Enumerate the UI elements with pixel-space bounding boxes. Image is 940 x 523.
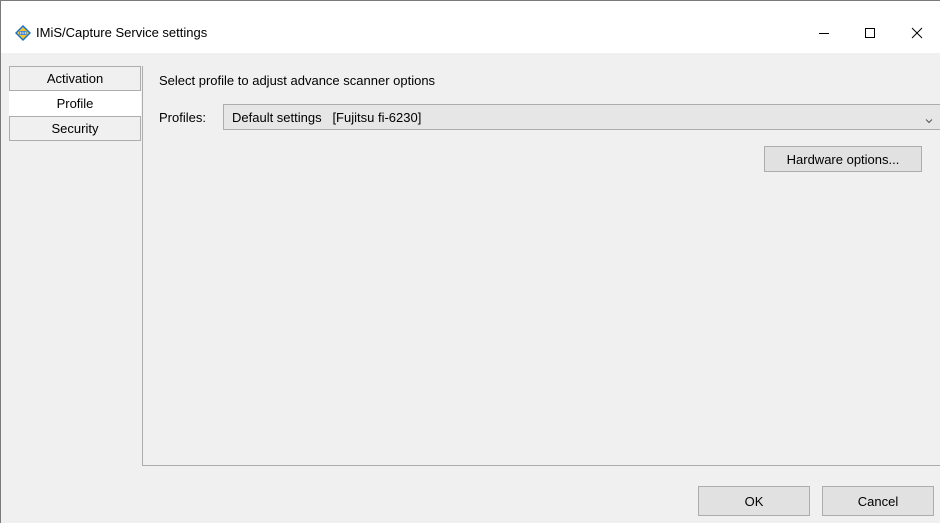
tab-security[interactable]: Security [9,116,141,141]
cancel-label: Cancel [857,493,899,509]
profile-instruction: Select profile to adjust advance scanner… [159,73,436,88]
tab-profile-label: Profile [56,96,94,111]
hardware-options-label: Hardware options... [786,151,900,167]
imis-app-icon [14,24,32,42]
ok-label: OK [744,493,764,509]
settings-window: IMiS/Capture Service settings Activation… [0,0,940,523]
tab-security-label: Security [51,121,99,136]
tab-activation-label: Activation [46,71,104,86]
profile-panel: Select profile to adjust advance scanner… [142,66,940,466]
maximize-button[interactable] [847,13,893,53]
profiles-label: Profiles: [159,110,206,125]
cancel-button[interactable]: Cancel [822,486,934,516]
maximize-icon [864,27,876,39]
window-title: IMiS/Capture Service settings [36,25,208,40]
minimize-button[interactable] [801,13,847,53]
minimize-icon [818,27,830,39]
title-bar[interactable]: IMiS/Capture Service settings [1,1,940,53]
profiles-selected-value: Default settings [Fujitsu fi-6230] [232,109,422,125]
ok-button[interactable]: OK [698,486,810,516]
profiles-dropdown[interactable]: Default settings [Fujitsu fi-6230] [223,104,940,130]
hardware-options-button[interactable]: Hardware options... [764,146,922,172]
tab-activation[interactable]: Activation [9,66,141,91]
tab-profile[interactable]: Profile [9,91,141,116]
chevron-down-icon [925,113,933,128]
close-icon [911,27,923,39]
close-button[interactable] [894,13,940,53]
